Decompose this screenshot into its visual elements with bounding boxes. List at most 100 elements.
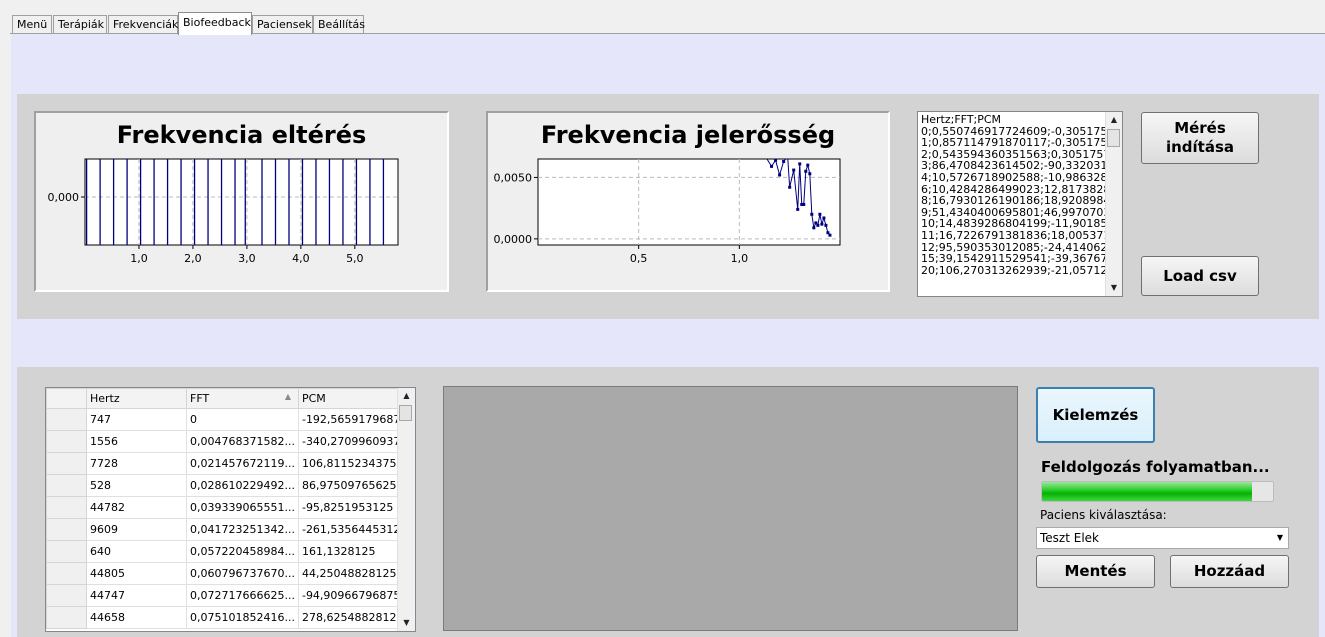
table-cell[interactable]: -95,8251953125	[297, 496, 412, 519]
row-header[interactable]	[46, 430, 87, 453]
table-cell[interactable]: 0,057220458984...	[186, 540, 299, 563]
table-cell[interactable]: 528	[86, 474, 187, 497]
scroll-up-icon[interactable]: ▲	[1106, 112, 1122, 128]
progress-fill	[1042, 482, 1253, 501]
scroll-thumb[interactable]	[1107, 129, 1120, 147]
table-row[interactable]: 44658 0,075101852416... 278,62548828125	[46, 606, 412, 629]
table-cell[interactable]: 0	[186, 408, 299, 431]
data-point	[806, 163, 810, 167]
add-button[interactable]: Hozzáad	[1170, 555, 1289, 588]
table-row[interactable]: 44805 0,060796737670... 44,25048828125	[46, 562, 412, 585]
csv-line: 8;16,7930126190186;18,9208984375	[921, 194, 1106, 208]
data-point	[818, 212, 822, 216]
x-tick-label: 1,0	[130, 252, 148, 265]
table-cell[interactable]: 0,072717666625...	[186, 584, 299, 607]
plot-area	[537, 158, 841, 246]
table-cell[interactable]: 7728	[86, 452, 187, 475]
table-cell[interactable]: 747	[86, 408, 187, 431]
table-cell[interactable]: -261,53564453125	[297, 518, 412, 541]
scroll-up-icon[interactable]: ▲	[398, 388, 415, 404]
column-header-hertz[interactable]: Hertz	[86, 388, 187, 409]
row-header[interactable]	[46, 474, 87, 497]
add-label: Hozzáad	[1193, 562, 1266, 580]
row-header[interactable]	[46, 562, 87, 585]
table-row[interactable]: 640 0,057220458984... 161,1328125	[46, 540, 412, 563]
row-header[interactable]	[46, 496, 87, 519]
column-header-fft[interactable]: FFT ▲	[186, 388, 299, 409]
data-grid[interactable]: Hertz FFT ▲ PCM 747 0 -192,56591796875 1556 0…	[45, 387, 416, 632]
tab-biofeedback[interactable]: Biofeedback	[178, 12, 252, 35]
row-header[interactable]	[46, 518, 87, 541]
grid-scrollbar[interactable]: ▲ ▼	[397, 388, 415, 631]
data-point	[810, 212, 814, 216]
save-label: Mentés	[1064, 562, 1127, 580]
table-row[interactable]: 747 0 -192,56591796875	[46, 408, 412, 431]
column-header-pcm[interactable]: PCM	[297, 388, 412, 409]
row-header[interactable]	[46, 606, 87, 629]
table-cell[interactable]: 0,075101852416...	[186, 606, 299, 629]
data-point	[808, 172, 812, 176]
table-cell[interactable]: 278,62548828125	[297, 606, 412, 629]
y-tick-label: 0,0000	[494, 233, 533, 246]
data-point	[820, 222, 824, 226]
row-header[interactable]	[46, 584, 87, 607]
scroll-thumb[interactable]	[399, 405, 412, 421]
table-cell[interactable]: 106,8115234375	[297, 452, 412, 475]
load-csv-button[interactable]: Load csv	[1141, 256, 1259, 296]
table-cell[interactable]: 0,041723251342...	[186, 518, 299, 541]
tab-terapiak[interactable]: Terápiák	[53, 15, 107, 34]
table-cell[interactable]: 9609	[86, 518, 187, 541]
data-point	[824, 223, 828, 227]
table-cell[interactable]: -94,90966796875	[297, 584, 412, 607]
table-cell[interactable]: 161,1328125	[297, 540, 412, 563]
analyze-button[interactable]: Kielemzés	[1036, 387, 1155, 443]
patient-dropdown[interactable]: Teszt Elek ▼	[1036, 527, 1289, 549]
save-button[interactable]: Mentés	[1036, 555, 1155, 588]
table-cell[interactable]: 0,039339065551...	[186, 496, 299, 519]
table-cell[interactable]: 86,97509765625	[297, 474, 412, 497]
table-cell[interactable]: 44,25048828125	[297, 562, 412, 585]
data-point	[802, 202, 806, 206]
data-point	[792, 168, 796, 172]
table-row[interactable]: 9609 0,041723251342... -261,53564453125	[46, 518, 412, 541]
scroll-down-icon[interactable]: ▼	[1106, 280, 1122, 296]
table-row[interactable]: 1556 0,004768371582... -340,27099609375	[46, 430, 412, 453]
table-cell[interactable]: -340,27099609375	[297, 430, 412, 453]
table-row[interactable]: 44782 0,039339065551... -95,8251953125	[46, 496, 412, 519]
tab-menu[interactable]: Menü	[12, 15, 52, 34]
table-cell[interactable]: 44747	[86, 584, 187, 607]
scroll-down-icon[interactable]: ▼	[398, 615, 415, 631]
start-measurement-label: Mérés indítása	[1165, 119, 1235, 156]
table-cell[interactable]: -192,56591796875	[297, 408, 412, 431]
table-cell[interactable]: 0,004768371582...	[186, 430, 299, 453]
x-tick-label: 2,0	[184, 252, 202, 265]
row-header[interactable]	[46, 452, 87, 475]
csv-line: 20;106,270313262939;-21,057128906	[921, 263, 1106, 277]
tab-beallitas[interactable]: Beállítás	[313, 15, 365, 34]
y-tick-label: 0,0050	[494, 171, 533, 184]
row-header-corner	[46, 388, 87, 409]
data-point	[778, 173, 782, 177]
row-header[interactable]	[46, 540, 87, 563]
table-cell[interactable]: 44782	[86, 496, 187, 519]
table-cell[interactable]: 0,060796737670...	[186, 562, 299, 585]
csv-textbox[interactable]: Hertz;FFT;PCM 0;0,550746917724609;-0,3051…	[917, 111, 1123, 297]
data-point	[788, 185, 792, 189]
tab-paciensek[interactable]: Paciensek	[252, 15, 313, 34]
table-cell[interactable]: 44658	[86, 606, 187, 629]
table-cell[interactable]: 640	[86, 540, 187, 563]
row-header[interactable]	[46, 408, 87, 431]
table-row[interactable]: 44747 0,072717666625... -94,90966796875	[46, 584, 412, 607]
data-point	[796, 207, 800, 211]
table-cell[interactable]: 0,021457672119...	[186, 452, 299, 475]
table-row[interactable]: 528 0,028610229492... 86,97509765625	[46, 474, 412, 497]
table-cell[interactable]: 0,028610229492...	[186, 474, 299, 497]
start-measurement-button[interactable]: Mérés indítása	[1141, 112, 1259, 164]
table-cell[interactable]: 44805	[86, 562, 187, 585]
tab-frekvenciak[interactable]: Frekvenciák	[108, 15, 178, 34]
data-point	[758, 154, 761, 157]
csv-scrollbar[interactable]: ▲ ▼	[1105, 112, 1122, 296]
data-point	[822, 216, 826, 220]
table-cell[interactable]: 1556	[86, 430, 187, 453]
table-row[interactable]: 7728 0,021457672119... 106,8115234375	[46, 452, 412, 475]
